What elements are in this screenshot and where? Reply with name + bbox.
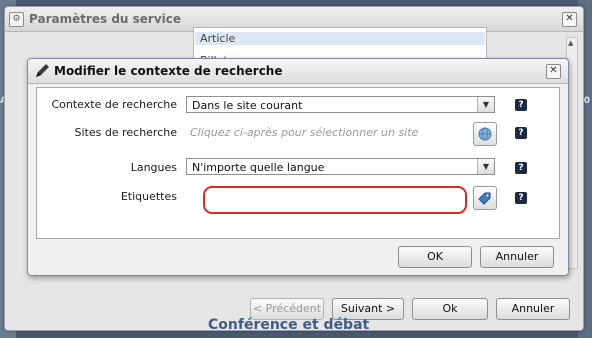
gear-icon: ⚙ xyxy=(9,12,24,27)
languages-select[interactable]: N'importe quelle langue ▼ xyxy=(186,158,495,175)
context-label: Contexte de recherche xyxy=(51,98,177,111)
dialog-titlebar: Modifier le contexte de recherche ✕ xyxy=(28,59,568,84)
sites-label: Sites de recherche xyxy=(74,126,178,139)
help-icon[interactable]: ? xyxy=(515,99,527,111)
help-icon[interactable]: ? xyxy=(515,192,527,204)
form-panel: Contexte de recherche Dans le site coura… xyxy=(36,87,560,239)
tags-input[interactable] xyxy=(203,186,467,214)
ok-button[interactable]: Ok xyxy=(412,298,488,320)
sites-placeholder[interactable]: Cliquez ci-après pour sélectionner un si… xyxy=(190,126,418,139)
chevron-down-icon[interactable]: ▼ xyxy=(477,159,494,174)
languages-label: Langues xyxy=(130,161,177,174)
background-page-title: Conférence et débat xyxy=(208,317,370,333)
ok-button[interactable]: OK xyxy=(398,246,472,268)
dialog-title: Paramètres du service xyxy=(29,12,182,26)
close-button[interactable]: ✕ xyxy=(562,12,577,27)
select-tags-button[interactable] xyxy=(473,186,497,210)
select-site-button[interactable] xyxy=(473,122,497,146)
languages-select-value: N'importe quelle langue xyxy=(192,161,325,174)
search-context-dialog: Modifier le contexte de recherche ✕ Cont… xyxy=(27,58,569,276)
globe-icon xyxy=(478,127,492,141)
scroll-up-icon[interactable]: ▲ xyxy=(568,39,573,47)
help-icon[interactable]: ? xyxy=(515,162,527,174)
context-select[interactable]: Dans le site courant ▼ xyxy=(186,96,495,113)
pencil-icon xyxy=(36,64,49,77)
cancel-button[interactable]: Annuler xyxy=(496,298,570,320)
background-right-label: 0 xyxy=(583,96,590,106)
dialog-title: Modifier le contexte de recherche xyxy=(54,64,283,78)
cancel-button[interactable]: Annuler xyxy=(480,246,554,268)
tag-icon xyxy=(478,192,491,205)
tags-label: Etiquettes xyxy=(120,190,177,203)
context-select-value: Dans le site courant xyxy=(192,99,303,112)
list-item[interactable]: Article xyxy=(195,32,485,45)
close-button[interactable]: ✕ xyxy=(546,64,561,79)
help-icon[interactable]: ? xyxy=(515,127,527,139)
chevron-down-icon[interactable]: ▼ xyxy=(477,97,494,112)
